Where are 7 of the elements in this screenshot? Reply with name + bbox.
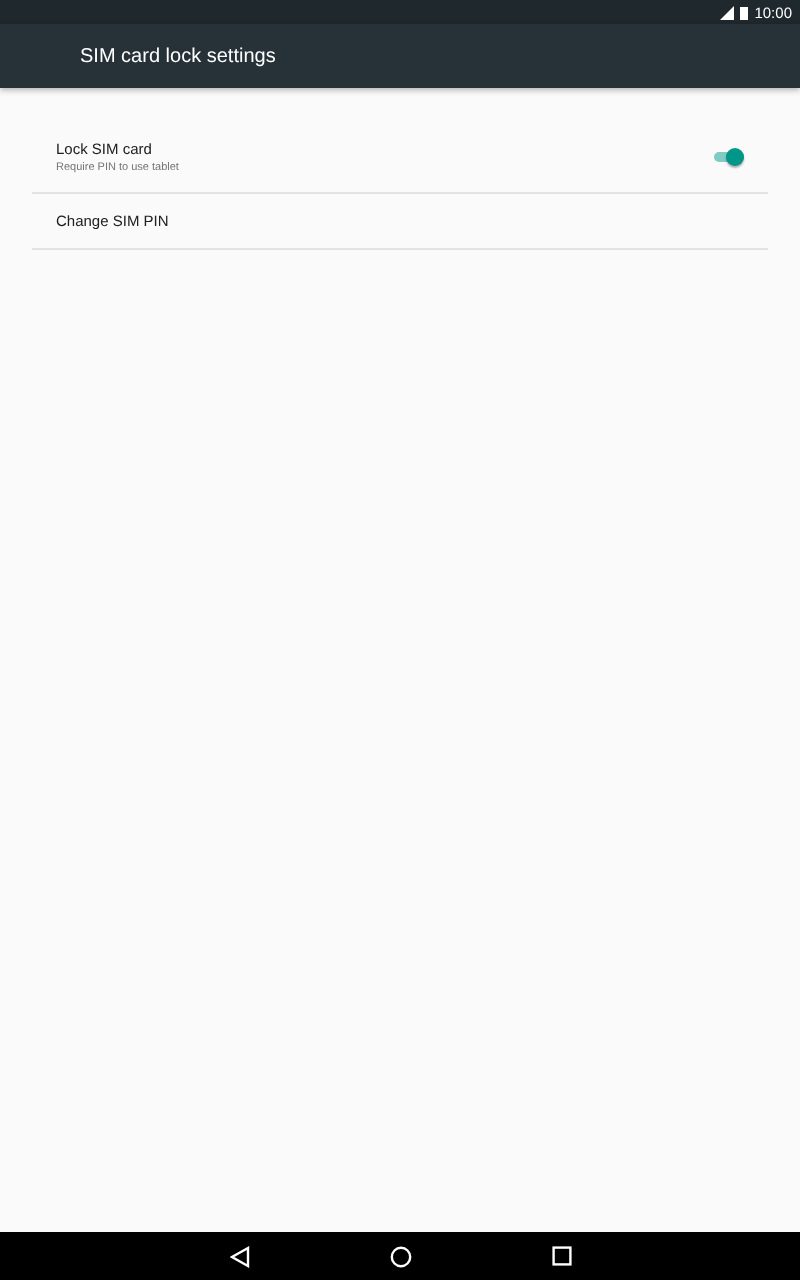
screen-title: SIM card lock settings	[80, 45, 276, 67]
toggle-switch[interactable]	[714, 147, 744, 165]
back-icon[interactable]	[229, 1245, 249, 1267]
signal-icon	[720, 5, 735, 19]
battery-icon	[740, 5, 749, 19]
recents-icon[interactable]	[551, 1246, 571, 1266]
home-icon[interactable]	[389, 1245, 411, 1267]
